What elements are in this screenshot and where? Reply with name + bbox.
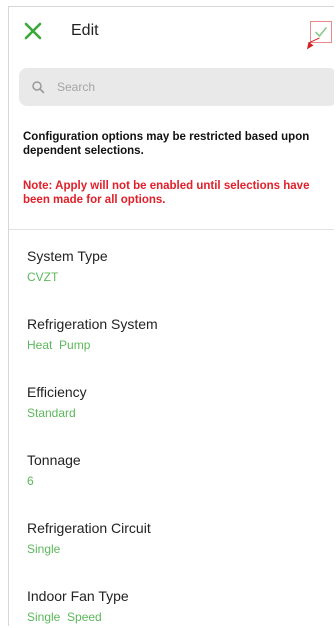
page-title: Edit (71, 22, 99, 39)
option-value: Single Speed (27, 610, 102, 624)
option-refrigeration-system[interactable]: Refrigeration System Heat Pump (9, 298, 334, 366)
option-value: Heat Pump (27, 338, 91, 352)
option-tonnage[interactable]: Tonnage 6 (9, 434, 334, 502)
close-button[interactable] (21, 19, 45, 43)
search-input[interactable] (57, 68, 317, 106)
option-label: System Type (27, 248, 108, 264)
option-list: System Type CVZT Refrigeration System He… (9, 230, 334, 626)
option-system-type[interactable]: System Type CVZT (9, 230, 334, 298)
annotation-arrow (304, 41, 314, 52)
option-refrigeration-circuit[interactable]: Refrigeration Circuit Single (9, 502, 334, 570)
option-label: Tonnage (27, 452, 81, 468)
header-bar: Edit (9, 7, 334, 57)
option-value: CVZT (27, 270, 59, 284)
option-indoor-fan-type[interactable]: Indoor Fan Type Single Speed (9, 570, 334, 626)
option-label: Refrigeration Circuit (27, 520, 151, 536)
apply-warning-notice: Note: Apply will not be enabled until se… (23, 180, 310, 206)
option-efficiency[interactable]: Efficiency Standard (9, 366, 334, 434)
check-icon (315, 27, 327, 37)
search-bar[interactable] (19, 68, 334, 106)
edit-screen: Edit Configuration options may be restri… (8, 6, 334, 626)
option-value: Single (27, 542, 61, 556)
option-value: Standard (27, 406, 76, 420)
restriction-notice: Configuration options may be restricted … (23, 131, 310, 157)
option-label: Efficiency (27, 384, 87, 400)
option-label: Refrigeration System (27, 316, 158, 332)
search-icon (32, 81, 45, 94)
option-value: 6 (27, 474, 34, 488)
option-label: Indoor Fan Type (27, 588, 129, 604)
close-icon (24, 22, 42, 40)
